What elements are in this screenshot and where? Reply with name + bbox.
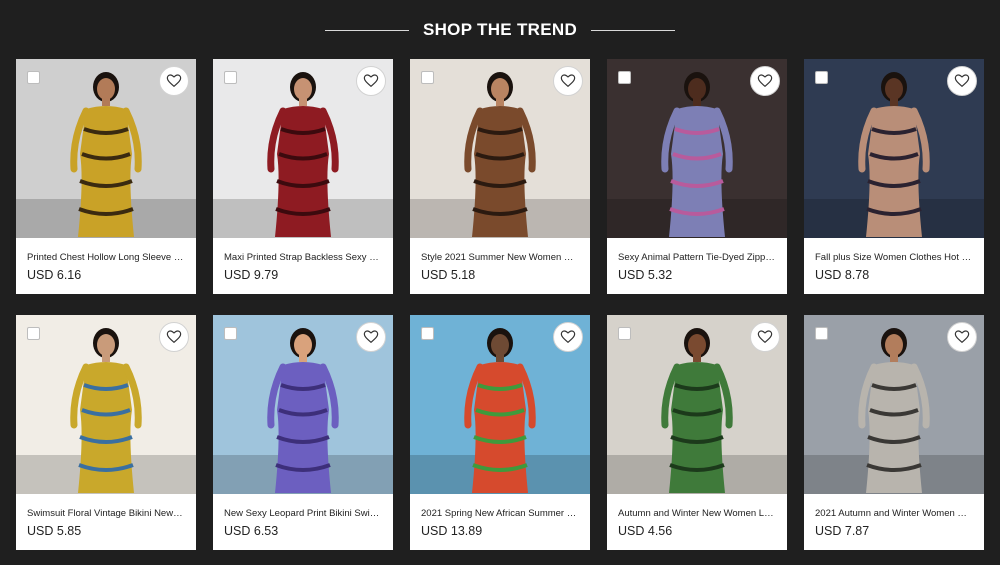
product-card-10[interactable]: 2021 Autumn and Winter Women Cutout Top …: [804, 315, 984, 550]
product-card-8[interactable]: 2021 Spring New African Summer Dress USD…: [410, 315, 590, 550]
product-info: Autumn and Winter New Women Long Sleeve …: [607, 494, 787, 539]
product-info: Sexy Animal Pattern Tie-Dyed Zipper Romp…: [607, 238, 787, 283]
product-title[interactable]: Autumn and Winter New Women Long Sleeve …: [618, 507, 776, 520]
product-card-2[interactable]: Maxi Printed Strap Backless Sexy Slip Dr…: [213, 59, 393, 294]
wishlist-button[interactable]: [947, 66, 977, 96]
heart-icon: [954, 330, 970, 343]
product-price: USD 6.53: [224, 524, 279, 538]
product-card-7[interactable]: New Sexy Leopard Print Bikini Swimsuit U…: [213, 315, 393, 550]
product-title[interactable]: New Sexy Leopard Print Bikini Swimsuit: [224, 507, 382, 520]
product-title[interactable]: Sexy Animal Pattern Tie-Dyed Zipper Romp…: [618, 251, 776, 264]
section-heading: SHOP THE TREND: [0, 18, 1000, 42]
product-price: USD 5.32: [618, 268, 673, 282]
heart-icon: [560, 74, 576, 87]
product-info: Fall plus Size Women Clothes Hot Selling…: [804, 238, 984, 283]
tiger-print-dress-image[interactable]: [410, 59, 590, 238]
wishlist-button[interactable]: [159, 66, 189, 96]
wishlist-button[interactable]: [159, 322, 189, 352]
zebra-print-dress-image[interactable]: [16, 59, 196, 238]
product-info: Maxi Printed Strap Backless Sexy Slip Dr…: [213, 238, 393, 283]
leopard-bikini-image[interactable]: [213, 315, 393, 494]
product-card-5[interactable]: Fall plus Size Women Clothes Hot Selling…: [804, 59, 984, 294]
product-title[interactable]: Fall plus Size Women Clothes Hot Selling…: [815, 251, 973, 264]
product-info: Printed Chest Hollow Long Sleeve Maxi Dr…: [16, 238, 196, 283]
product-price: USD 5.85: [27, 524, 82, 538]
product-title[interactable]: Style 2021 Summer New Women Strap Dress: [421, 251, 579, 264]
select-checkbox[interactable]: [27, 71, 40, 84]
heart-icon: [560, 330, 576, 343]
heart-icon: [757, 330, 773, 343]
wishlist-button[interactable]: [356, 322, 386, 352]
heart-icon: [363, 330, 379, 343]
product-card-1[interactable]: Printed Chest Hollow Long Sleeve Maxi Dr…: [16, 59, 196, 294]
heading-right-rule: [591, 29, 676, 31]
red-slip-dress-image[interactable]: [213, 59, 393, 238]
select-checkbox[interactable]: [815, 327, 828, 340]
heart-icon: [757, 74, 773, 87]
animal-pattern-romper-image[interactable]: [607, 59, 787, 238]
product-price: USD 4.56: [618, 524, 673, 538]
heading-left-rule: [324, 29, 409, 31]
product-card-3[interactable]: Style 2021 Summer New Women Strap Dress …: [410, 59, 590, 294]
select-checkbox[interactable]: [618, 71, 631, 84]
select-checkbox[interactable]: [421, 71, 434, 84]
product-info: Style 2021 Summer New Women Strap Dress …: [410, 238, 590, 283]
product-price: USD 5.18: [421, 268, 476, 282]
product-price: USD 8.78: [815, 268, 870, 282]
select-checkbox[interactable]: [224, 71, 237, 84]
product-card-9[interactable]: Autumn and Winter New Women Long Sleeve …: [607, 315, 787, 550]
product-price: USD 6.16: [27, 268, 82, 282]
product-price: USD 7.87: [815, 524, 870, 538]
product-price: USD 13.89: [421, 524, 483, 538]
heart-icon: [166, 330, 182, 343]
snake-print-cutout-top-image[interactable]: [804, 315, 984, 494]
snake-print-jumpsuit-image[interactable]: [804, 59, 984, 238]
product-title[interactable]: Maxi Printed Strap Backless Sexy Slip Dr…: [224, 251, 382, 264]
product-info: New Sexy Leopard Print Bikini Swimsuit U…: [213, 494, 393, 539]
heart-icon: [166, 74, 182, 87]
wishlist-button[interactable]: [356, 66, 386, 96]
select-checkbox[interactable]: [27, 327, 40, 340]
product-info: 2021 Spring New African Summer Dress USD…: [410, 494, 590, 539]
product-grid: Printed Chest Hollow Long Sleeve Maxi Dr…: [16, 59, 984, 550]
wishlist-button[interactable]: [553, 66, 583, 96]
wishlist-button[interactable]: [947, 322, 977, 352]
select-checkbox[interactable]: [618, 327, 631, 340]
product-title[interactable]: 2021 Autumn and Winter Women Cutout Top: [815, 507, 973, 520]
wishlist-button[interactable]: [553, 322, 583, 352]
product-price: USD 9.79: [224, 268, 279, 282]
wishlist-button[interactable]: [750, 66, 780, 96]
product-title[interactable]: 2021 Spring New African Summer Dress: [421, 507, 579, 520]
product-info: 2021 Autumn and Winter Women Cutout Top …: [804, 494, 984, 539]
product-title[interactable]: Printed Chest Hollow Long Sleeve Maxi Dr…: [27, 251, 185, 264]
select-checkbox[interactable]: [815, 71, 828, 84]
heart-icon: [363, 74, 379, 87]
product-card-6[interactable]: Swimsuit Floral Vintage Bikini New Set U…: [16, 315, 196, 550]
section-title: SHOP THE TREND: [422, 20, 578, 39]
product-info: Swimsuit Floral Vintage Bikini New Set U…: [16, 494, 196, 539]
product-card-4[interactable]: Sexy Animal Pattern Tie-Dyed Zipper Romp…: [607, 59, 787, 294]
floral-bikini-image[interactable]: [16, 315, 196, 494]
product-title[interactable]: Swimsuit Floral Vintage Bikini New Set: [27, 507, 185, 520]
wishlist-button[interactable]: [750, 322, 780, 352]
green-snakeskin-top-image[interactable]: [607, 315, 787, 494]
shop-the-trend-page: SHOP THE TREND Printed Chest Hollow Long…: [0, 0, 1000, 565]
select-checkbox[interactable]: [224, 327, 237, 340]
heart-icon: [954, 74, 970, 87]
african-print-dress-image[interactable]: [410, 315, 590, 494]
select-checkbox[interactable]: [421, 327, 434, 340]
